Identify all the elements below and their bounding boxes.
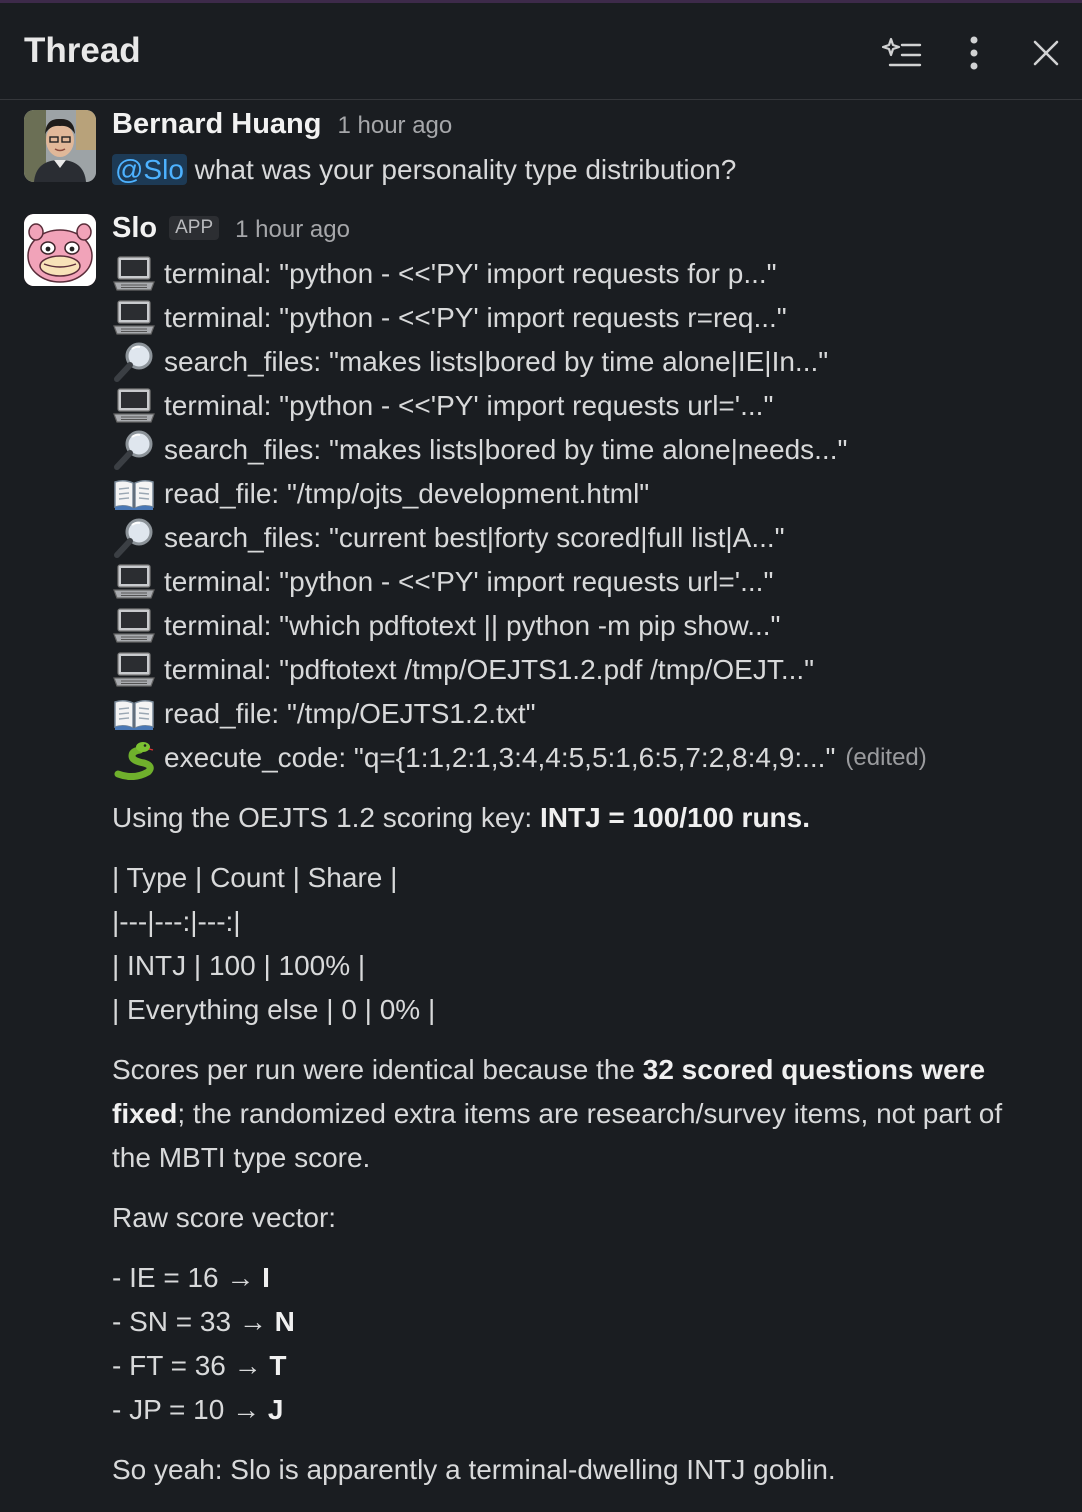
score-item: - JP = 10 → J xyxy=(112,1390,283,1430)
tool-call-line: terminal: "which pdftotext || python -m … xyxy=(112,604,780,648)
score-text: - FT = 36 → xyxy=(112,1350,270,1381)
explanation-text: ; the randomized extra items are researc… xyxy=(177,1098,1003,1129)
explanation-bold: fixed xyxy=(112,1098,178,1129)
tool-call-text: search_files: "makes lists|bored by time… xyxy=(164,346,829,377)
score-letter: T xyxy=(269,1350,287,1381)
score-text: - SN = 33 → xyxy=(112,1306,275,1337)
table-line: |---|---:|---:| xyxy=(112,906,241,937)
tool-call-line: read_file: "/tmp/ojts_development.html" xyxy=(112,472,649,516)
user-avatar-icon xyxy=(24,110,96,182)
score-letter: I xyxy=(262,1262,270,1293)
tool-call-line: read_file: "/tmp/OEJTS1.2.txt" xyxy=(112,692,536,736)
explanation-text: Scores per run were identical because th… xyxy=(112,1054,643,1085)
summary-bold: INTJ = 100/100 runs. xyxy=(539,802,811,833)
magnifier-icon xyxy=(112,428,156,472)
message-text: @Slo what was your personality type dist… xyxy=(112,150,736,190)
app-badge: APP xyxy=(169,216,220,240)
tool-call-line: terminal: "python - <<'PY' import reques… xyxy=(112,252,777,296)
tool-call-text: read_file: "/tmp/OEJTS1.2.txt" xyxy=(164,698,536,729)
explanation-bold: 32 scored questions were xyxy=(642,1054,986,1085)
tool-call-line: terminal: "python - <<'PY' import reques… xyxy=(112,560,773,604)
score-letter: N xyxy=(274,1306,295,1337)
tool-call-line: terminal: "python - <<'PY' import reques… xyxy=(112,296,787,340)
explanation-line: Scores per run were identical because th… xyxy=(112,1050,985,1090)
table-line: | Everything else | 0 | 0% | xyxy=(112,994,436,1025)
laptop-icon xyxy=(112,648,156,692)
tool-call-text: search_files: "current best|forty scored… xyxy=(164,522,785,553)
sparkle-list-icon xyxy=(882,37,922,67)
author-name[interactable]: Slo xyxy=(112,212,157,245)
snake-icon xyxy=(112,736,156,780)
table-line: | INTJ | 100 | 100% | xyxy=(112,950,366,981)
book-icon xyxy=(112,692,156,736)
raw-score-heading: Raw score vector: xyxy=(112,1202,337,1233)
magnifier-icon xyxy=(112,516,156,560)
author-name[interactable]: Bernard Huang xyxy=(112,108,321,141)
tool-call-line: search_files: "current best|forty scored… xyxy=(112,516,785,560)
explanation-line: fixed; the randomized extra items are re… xyxy=(112,1094,1002,1134)
tool-call-text: terminal: "python - <<'PY' import reques… xyxy=(164,258,777,289)
edited-label: (edited) xyxy=(845,744,927,771)
tool-call-text: terminal: "python - <<'PY' import reques… xyxy=(164,302,787,333)
tool-call-line: search_files: "makes lists|bored by time… xyxy=(112,340,828,384)
thread-title: Thread xyxy=(24,31,141,70)
tool-call-line: terminal: "pdftotext /tmp/OEJTS1.2.pdf /… xyxy=(112,648,814,692)
score-text: - IE = 16 → xyxy=(112,1262,263,1293)
message-header: Slo APP 1 hour ago xyxy=(112,212,350,252)
table-line: | Type | Count | Share | xyxy=(112,862,398,893)
score-letter: J xyxy=(267,1394,284,1425)
score-item: - SN = 33 → N xyxy=(112,1302,295,1342)
tool-call-line: search_files: "makes lists|bored by time… xyxy=(112,428,847,472)
summary-line: Using the OEJTS 1.2 scoring key: INTJ = … xyxy=(112,798,810,838)
tool-call-text: search_files: "makes lists|bored by time… xyxy=(164,434,848,465)
avatar[interactable] xyxy=(24,110,96,182)
ai-summary-button[interactable] xyxy=(880,31,924,75)
book-icon xyxy=(112,472,156,516)
closing-line: So yeah: Slo is apparently a terminal-dw… xyxy=(112,1454,836,1485)
explanation-line: the MBTI type score. xyxy=(112,1142,371,1173)
more-options-button[interactable] xyxy=(952,31,996,75)
score-item: - FT = 36 → T xyxy=(112,1346,287,1386)
tool-call-line: execute_code: "q={1:1,2:1,3:4,4:5,5:1,6:… xyxy=(112,736,927,780)
thread-header: Thread xyxy=(0,3,1082,100)
slowpoke-avatar-icon xyxy=(24,214,96,286)
laptop-icon xyxy=(112,296,156,340)
magnifier-icon xyxy=(112,340,156,384)
tool-call-text: terminal: "pdftotext /tmp/OEJTS1.2.pdf /… xyxy=(164,654,815,685)
laptop-icon xyxy=(112,252,156,296)
tool-call-text: terminal: "which pdftotext || python -m … xyxy=(164,610,781,641)
close-thread-button[interactable] xyxy=(1024,31,1068,75)
vertical-dots-icon xyxy=(970,36,978,70)
score-text: - JP = 10 → xyxy=(112,1394,268,1425)
tool-call-text: read_file: "/tmp/ojts_development.html" xyxy=(164,478,650,509)
tool-call-text: terminal: "python - <<'PY' import reques… xyxy=(164,566,774,597)
tool-call-line: terminal: "python - <<'PY' import reques… xyxy=(112,384,773,428)
score-item: - IE = 16 → I xyxy=(112,1258,270,1298)
tool-call-text: terminal: "python - <<'PY' import reques… xyxy=(164,390,774,421)
laptop-icon xyxy=(112,604,156,648)
laptop-icon xyxy=(112,384,156,428)
close-icon xyxy=(1033,40,1059,66)
summary-text: Using the OEJTS 1.2 scoring key: xyxy=(112,802,540,833)
message-header: Bernard Huang 1 hour ago xyxy=(112,108,452,148)
mention-link[interactable]: @Slo xyxy=(112,154,187,185)
avatar[interactable] xyxy=(24,214,96,286)
message-body: what was your personality type distribut… xyxy=(186,154,737,185)
laptop-icon xyxy=(112,560,156,604)
timestamp[interactable]: 1 hour ago xyxy=(235,216,350,244)
tool-call-text: execute_code: "q={1:1,2:1,3:4,4:5,5:1,6:… xyxy=(164,742,836,773)
timestamp[interactable]: 1 hour ago xyxy=(337,112,452,140)
